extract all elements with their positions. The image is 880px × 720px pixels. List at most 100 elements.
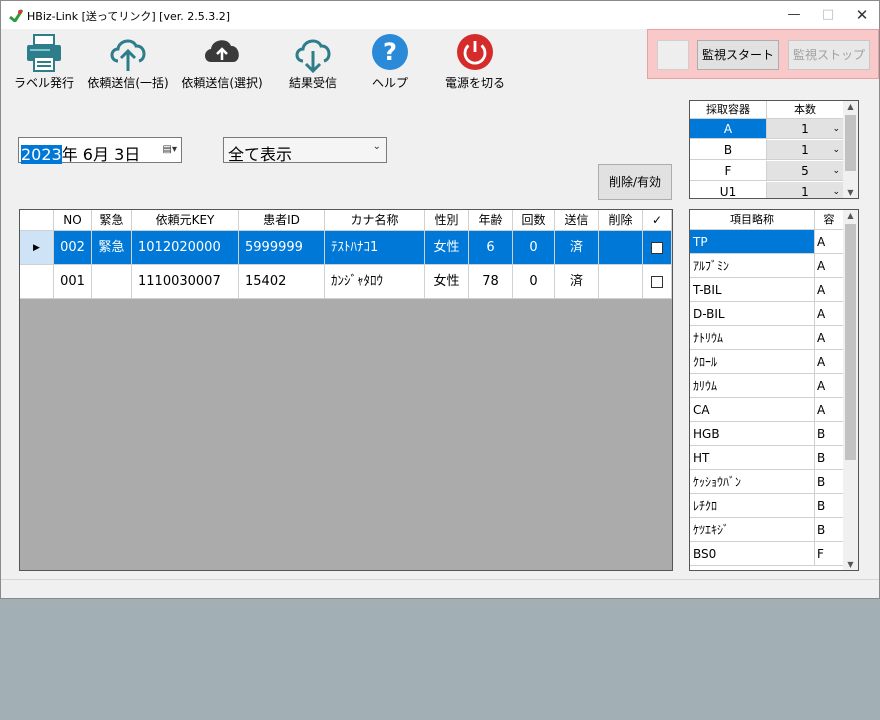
item-container[interactable]: A: [815, 278, 844, 302]
item-container[interactable]: A: [815, 374, 844, 398]
cell-urgent[interactable]: [92, 265, 132, 299]
item-container[interactable]: A: [815, 230, 844, 254]
item-row[interactable]: CA A: [690, 398, 844, 422]
item-name[interactable]: ｹｯｼｮｳﾊﾞﾝ: [690, 470, 815, 494]
item-container[interactable]: B: [815, 422, 844, 446]
item-name[interactable]: HGB: [690, 422, 815, 446]
close-button[interactable]: ✕: [845, 1, 879, 29]
item-name[interactable]: HT: [690, 446, 815, 470]
cell-check[interactable]: [643, 265, 672, 299]
item-row[interactable]: ｸﾛｰﾙ A: [690, 350, 844, 374]
item-name[interactable]: ｹﾂｴｷｼﾞ: [690, 518, 815, 542]
grid-header-kana[interactable]: カナ名称: [325, 210, 425, 231]
monitor-start-button[interactable]: 監視スタート: [697, 40, 779, 70]
date-picker[interactable]: 2023年 6月 3日 ▤▾: [18, 137, 182, 164]
scroll-up-icon[interactable]: ▲: [843, 211, 858, 220]
grid-header-age[interactable]: 年齢: [469, 210, 513, 231]
power-off-button[interactable]: 電源を切る: [439, 31, 511, 93]
cell-sent[interactable]: 済: [555, 265, 599, 299]
grid-header-check[interactable]: ✓: [643, 210, 672, 231]
label-issue-button[interactable]: ラベル発行: [5, 31, 83, 93]
item-name[interactable]: T-BIL: [690, 278, 815, 302]
container-count-select[interactable]: 5 ⌄: [767, 161, 844, 181]
table-row[interactable]: 001 1110030007 15402 ｶﾝｼﾞｬﾀﾛｳ 女性 78 0 済: [20, 265, 672, 299]
container-row[interactable]: A 1 ⌄: [690, 119, 844, 139]
container-row[interactable]: B 1 ⌄: [690, 140, 844, 160]
send-all-button[interactable]: 依頼送信(一括): [87, 31, 169, 93]
item-container[interactable]: A: [815, 302, 844, 326]
cell-key[interactable]: 1012020000: [132, 231, 239, 265]
item-name[interactable]: TP: [690, 230, 815, 254]
grid-header-key[interactable]: 依頼元KEY: [132, 210, 239, 231]
item-container[interactable]: B: [815, 494, 844, 518]
container-row[interactable]: F 5 ⌄: [690, 161, 844, 181]
item-container[interactable]: A: [815, 398, 844, 422]
grid-header-patient-id[interactable]: 患者ID: [239, 210, 325, 231]
delete-enable-button[interactable]: 削除/有効: [598, 164, 672, 200]
scroll-down-icon[interactable]: ▼: [843, 560, 858, 569]
send-selected-button[interactable]: 依頼送信(選択): [179, 31, 265, 93]
cell-deleted[interactable]: [599, 231, 643, 265]
row-checkbox[interactable]: [651, 241, 663, 254]
item-row[interactable]: BS0 F: [690, 542, 844, 566]
container-row[interactable]: U1 1 ⌄: [690, 182, 844, 198]
container-count-select[interactable]: 1 ⌄: [767, 140, 844, 160]
item-container[interactable]: A: [815, 326, 844, 350]
grid-header-no[interactable]: NO: [54, 210, 92, 231]
container-name[interactable]: U1: [690, 182, 767, 198]
item-name[interactable]: ｸﾛｰﾙ: [690, 350, 815, 374]
item-container[interactable]: B: [815, 518, 844, 542]
cell-check[interactable]: [643, 231, 672, 265]
cell-age[interactable]: 78: [469, 265, 513, 299]
calendar-icon[interactable]: ▤▾: [163, 144, 177, 155]
item-container[interactable]: A: [815, 254, 844, 278]
cell-no[interactable]: 002: [54, 231, 92, 265]
table-row[interactable]: ▶ 002 緊急 1012020000 5999999 ﾃｽﾄﾊﾅｺ1 女性 6…: [20, 231, 672, 265]
cell-patient-id[interactable]: 15402: [239, 265, 325, 299]
receive-results-button[interactable]: 結果受信: [277, 31, 349, 93]
container-name[interactable]: A: [690, 119, 767, 139]
item-container[interactable]: F: [815, 542, 844, 566]
item-row[interactable]: TP A: [690, 230, 844, 254]
grid-header-sent[interactable]: 送信: [555, 210, 599, 231]
cell-sex[interactable]: 女性: [425, 231, 469, 265]
cell-count[interactable]: 0: [513, 265, 555, 299]
cell-age[interactable]: 6: [469, 231, 513, 265]
container-count-select[interactable]: 1 ⌄: [767, 182, 844, 198]
monitor-stop-button[interactable]: 監視ストップ: [788, 40, 870, 70]
item-row[interactable]: ﾅﾄﾘｳﾑ A: [690, 326, 844, 350]
item-row[interactable]: ｱﾙﾌﾞﾐﾝ A: [690, 254, 844, 278]
scroll-thumb[interactable]: [845, 115, 856, 171]
item-name[interactable]: ﾅﾄﾘｳﾑ: [690, 326, 815, 350]
row-selector-arrow-icon[interactable]: ▶: [20, 231, 54, 265]
grid-header-urgent[interactable]: 緊急: [92, 210, 132, 231]
item-name[interactable]: D-BIL: [690, 302, 815, 326]
grid-header-count[interactable]: 回数: [513, 210, 555, 231]
item-row[interactable]: D-BIL A: [690, 302, 844, 326]
row-checkbox[interactable]: [651, 275, 663, 288]
item-row[interactable]: ｹｯｼｮｳﾊﾞﾝ B: [690, 470, 844, 494]
row-selector[interactable]: [20, 265, 54, 299]
container-name[interactable]: F: [690, 161, 767, 181]
item-row[interactable]: T-BIL A: [690, 278, 844, 302]
container-count-select[interactable]: 1 ⌄: [767, 119, 844, 139]
item-row[interactable]: ｹﾂｴｷｼﾞ B: [690, 518, 844, 542]
scroll-thumb[interactable]: [845, 224, 856, 460]
scroll-down-icon[interactable]: ▼: [843, 188, 858, 197]
maximize-button[interactable]: □: [811, 1, 845, 29]
container-scrollbar[interactable]: ▲ ▼: [843, 101, 858, 198]
cell-deleted[interactable]: [599, 265, 643, 299]
item-row[interactable]: ﾚﾁｸﾛ B: [690, 494, 844, 518]
cell-urgent[interactable]: 緊急: [92, 231, 132, 265]
cell-count[interactable]: 0: [513, 231, 555, 265]
item-container[interactable]: B: [815, 470, 844, 494]
help-button[interactable]: ? ヘルプ: [357, 31, 423, 93]
item-name[interactable]: ﾚﾁｸﾛ: [690, 494, 815, 518]
item-row[interactable]: HT B: [690, 446, 844, 470]
cell-patient-id[interactable]: 5999999: [239, 231, 325, 265]
item-name[interactable]: BS0: [690, 542, 815, 566]
item-name[interactable]: ｱﾙﾌﾞﾐﾝ: [690, 254, 815, 278]
grid-header-deleted[interactable]: 削除: [599, 210, 643, 231]
cell-no[interactable]: 001: [54, 265, 92, 299]
cell-key[interactable]: 1110030007: [132, 265, 239, 299]
